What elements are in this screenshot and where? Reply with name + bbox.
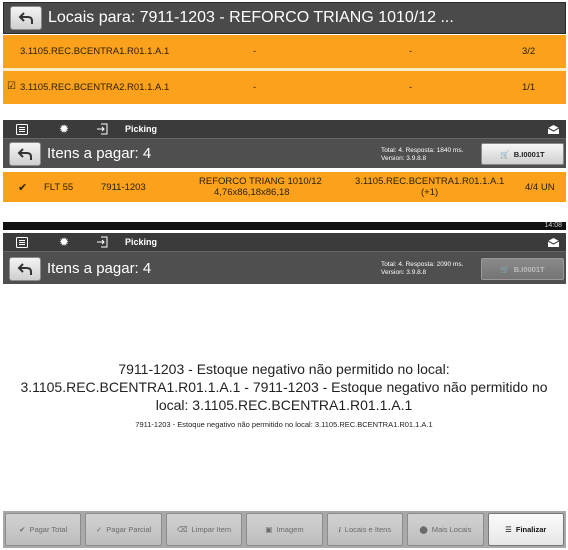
checkbox-checked-icon[interactable]: ☑	[7, 81, 16, 92]
back-button[interactable]	[10, 6, 42, 30]
login-icon[interactable]	[95, 122, 109, 136]
status-time: 14:08	[544, 222, 562, 229]
location-pin-icon: ⬤	[419, 525, 428, 534]
notification-icon[interactable]	[546, 235, 560, 249]
actionbar-title: Picking	[125, 124, 158, 134]
picking-subheader: Itens a pagar: 4 Total: 4. Resposta: 184…	[3, 138, 566, 168]
cart-icon: 🛒	[500, 149, 510, 159]
local-col2: -	[253, 46, 257, 57]
double-check-icon: ✔	[19, 525, 26, 534]
error-message-line: 3.1105.REC.BCENTRA1.R01.1.A.1 - 7911-120…	[20, 379, 548, 395]
pagar-total-label: Pagar Total	[29, 525, 68, 534]
items-to-pay-title: Itens a pagar: 4	[47, 145, 152, 162]
panel-gap	[3, 104, 566, 118]
bottom-toolbar: ✔ Pagar Total ✓ Pagar Parcial ⌫ Limpar I…	[3, 511, 566, 548]
local-qty: 1/1	[522, 82, 536, 93]
item-local: 3.1105.REC.BCENTRA1.R01.1.A.1	[355, 176, 505, 187]
error-message-detail: 7911-1203 - Estoque negativo não permiti…	[135, 420, 433, 429]
local-row[interactable]: 3.1105.REC.BCENTRA1.R01.1.A.1 - - 3/2	[3, 35, 566, 68]
error-message-line: local: 3.1105.REC.BCENTRA1.R01.1.A.1	[155, 397, 413, 413]
actionbar: ✹ Picking	[3, 233, 566, 251]
imagem-button[interactable]: ▣ Imagem	[246, 513, 323, 546]
item-code: 7911-1203	[101, 182, 146, 193]
error-message-line: 7911-1203 - Estoque negativo não permiti…	[118, 361, 450, 377]
notification-icon[interactable]	[546, 122, 560, 136]
check-icon: ✔	[18, 182, 28, 194]
error-message: 7911-1203 - Estoque negativo não permiti…	[0, 360, 568, 429]
locais-dialog-header: Locais para: 7911-1203 - REFORCO TRIANG …	[3, 2, 566, 34]
local-code: 3.1105.REC.BCENTRA1.R01.1.A.1	[20, 46, 170, 57]
item-dimensions: 4,76x86,18x86,18	[214, 187, 290, 198]
imagem-label: Imagem	[276, 525, 304, 534]
list-menu-icon[interactable]	[15, 122, 29, 136]
finalizar-button[interactable]: ☰ Finalizar	[487, 513, 564, 546]
finalizar-label: Finalizar	[515, 525, 547, 534]
back-arrow-icon	[17, 263, 32, 275]
login-icon[interactable]	[95, 235, 109, 249]
cart-icon: 🛒	[500, 264, 510, 274]
status-bar: 14:08	[3, 222, 566, 230]
picking-item-row[interactable]: ✔ FLT 55 7911-1203 REFORCO TRIANG 1010/1…	[3, 172, 566, 202]
mais-locais-label: Mais Locais	[431, 525, 472, 534]
info-icon: i	[338, 525, 341, 534]
cart-label: B.I0001T	[513, 264, 545, 274]
limpar-item-label: Limpar Item	[191, 525, 232, 534]
limpar-item-button[interactable]: ⌫ Limpar Item	[165, 513, 243, 546]
list-menu-icon[interactable]	[15, 235, 29, 249]
back-button[interactable]	[9, 142, 41, 166]
response-info: Total: 4. Resposta: 2090 ms.	[381, 261, 464, 268]
database-icon: ☰	[505, 525, 512, 534]
cart-button[interactable]: 🛒 B.I0001T	[481, 258, 564, 280]
local-code: 3.1105.REC.BCENTRA2.R01.1.A.1	[20, 82, 170, 93]
back-button[interactable]	[9, 257, 41, 281]
local-col2: -	[253, 82, 257, 93]
local-col3: -	[409, 46, 413, 57]
local-col3: -	[409, 82, 413, 93]
pagar-parcial-label: Pagar Parcial	[106, 525, 152, 534]
locais-title: Locais para: 7911-1203 - REFORCO TRIANG …	[48, 9, 454, 26]
item-local-more: (+1)	[421, 187, 439, 198]
back-arrow-icon	[17, 148, 32, 160]
back-arrow-icon	[18, 12, 33, 24]
cart-label: B.I0001T	[513, 149, 545, 159]
version-info: Version: 3.9.8.8	[381, 155, 427, 162]
actionbar-title: Picking	[125, 237, 158, 247]
mais-locais-button[interactable]: ⬤ Mais Locais	[407, 513, 484, 546]
item-qty: 4/4 UN	[525, 182, 555, 193]
actionbar: ✹ Picking	[3, 120, 566, 138]
gear-icon[interactable]: ✹	[57, 235, 71, 249]
pagar-parcial-button[interactable]: ✓ Pagar Parcial	[85, 513, 162, 546]
items-to-pay-title: Itens a pagar: 4	[47, 260, 152, 277]
locais-itens-button[interactable]: i Locais e Itens	[326, 513, 404, 546]
eraser-icon: ⌫	[176, 525, 188, 534]
response-info: Total: 4. Resposta: 1840 ms.	[381, 147, 464, 154]
camera-icon: ▣	[265, 525, 273, 534]
item-lote: FLT 55	[44, 182, 74, 193]
gear-icon[interactable]: ✹	[57, 122, 71, 136]
locais-itens-label: Locais e Itens	[344, 525, 392, 534]
cart-button[interactable]: 🛒 B.I0001T	[481, 143, 564, 165]
version-info: Version: 3.9.8.8	[381, 269, 427, 276]
check-icon: ✓	[95, 525, 103, 534]
item-description: REFORCO TRIANG 1010/12	[199, 176, 322, 187]
local-row[interactable]: ☑ 3.1105.REC.BCENTRA2.R01.1.A.1 - - 1/1	[3, 71, 566, 104]
local-qty: 3/2	[522, 46, 536, 57]
picking-subheader: Itens a pagar: 4 Total: 4. Resposta: 209…	[3, 251, 566, 284]
pagar-total-button[interactable]: ✔ Pagar Total	[5, 513, 82, 546]
